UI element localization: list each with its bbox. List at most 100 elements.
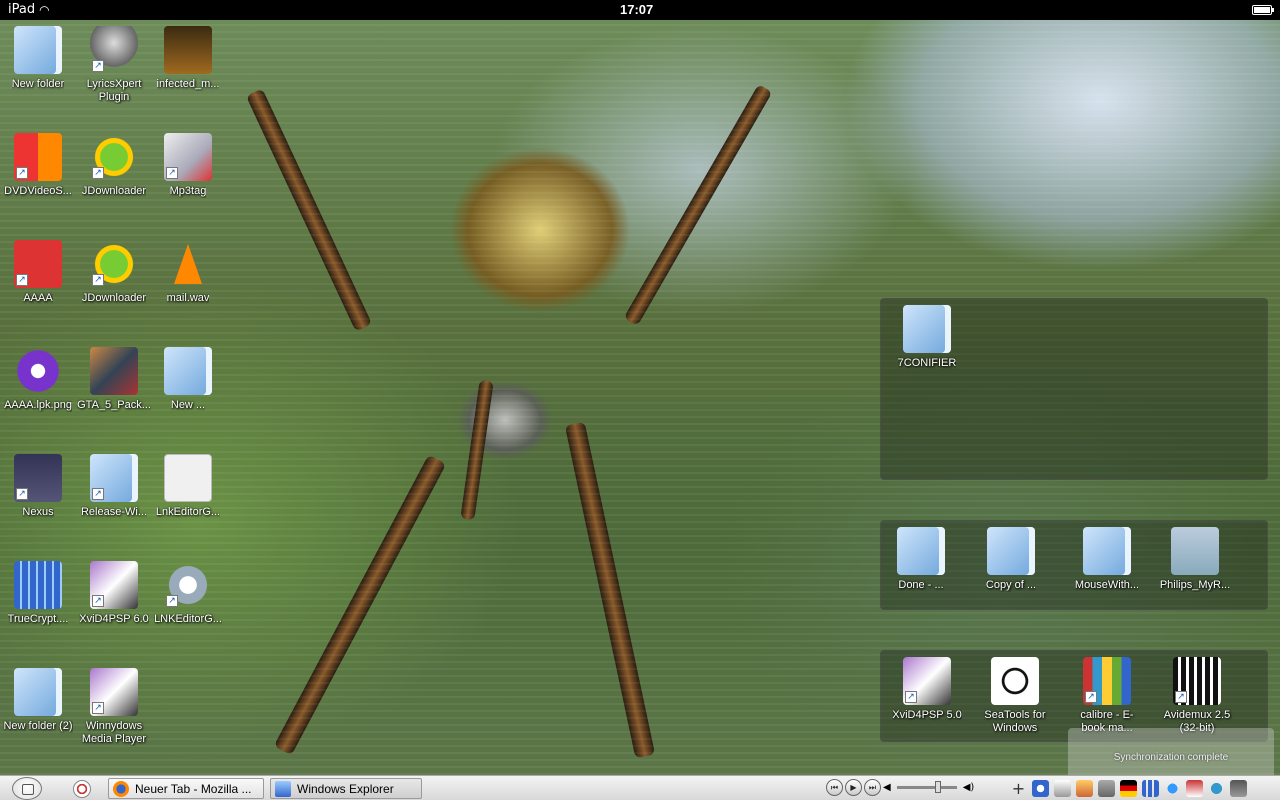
truecrypt-icon xyxy=(14,561,62,609)
icon-label: mail.wav xyxy=(166,292,210,304)
fence-icon-done[interactable]: Done - ... xyxy=(883,527,959,592)
desktop-icon-aaaa[interactable]: ↗ AAAA xyxy=(0,240,76,305)
purple-app-icon xyxy=(14,347,62,395)
tray-app-icon[interactable] xyxy=(1230,780,1247,797)
taskbar-button-firefox[interactable]: Neuer Tab - Mozilla ... xyxy=(108,778,264,799)
german-flag-icon[interactable] xyxy=(1120,780,1137,797)
desktop-icon-gta5[interactable]: GTA_5_Pack... xyxy=(76,347,152,412)
xvid4psp-icon: ↗ xyxy=(903,657,951,705)
folder-icon xyxy=(14,26,62,74)
mp3tag-icon: ↗ xyxy=(164,133,212,181)
icon-label: SeaTools for Windows xyxy=(984,709,1046,734)
desktop-icon-release[interactable]: ↗ Release-Wi... xyxy=(76,454,152,519)
fence-icon-copy-of[interactable]: Copy of ... xyxy=(973,527,1049,592)
icon-label: JDownloader xyxy=(81,185,147,197)
desktop-icon-lnkeditorgui[interactable]: ↗ LNKEditorG... xyxy=(150,561,226,626)
desktop-icon-mail-wav[interactable]: mail.wav xyxy=(150,240,226,305)
fence-icon-avidemux[interactable]: ↗ Avidemux 2.5 (32-bit) xyxy=(1159,657,1235,735)
previous-track-button[interactable]: ⏮ xyxy=(826,779,843,796)
desktop-icon-lnkeditorg[interactable]: LnkEditorG... xyxy=(150,454,226,519)
icon-label: MouseWith... xyxy=(1074,579,1140,591)
tray-app-icon[interactable] xyxy=(1076,780,1093,797)
volume-low-icon: ◀ xyxy=(883,782,891,793)
tray-app-icon[interactable] xyxy=(1054,780,1071,797)
desktop-icon-dvdvideosoft[interactable]: ↗ DVDVideoS... xyxy=(0,133,76,198)
wifi-icon: ◠ xyxy=(39,2,50,17)
volume-slider-handle[interactable] xyxy=(934,781,941,793)
folder-icon xyxy=(987,527,1035,575)
icon-label: LnkEditorG... xyxy=(155,506,221,518)
desktop-wallpaper: New folder ↗ LyricsXpert Plugin infected… xyxy=(0,20,1280,775)
wallpaper-detail xyxy=(460,379,494,521)
taskbar-button-explorer[interactable]: Windows Explorer xyxy=(270,778,422,799)
desktop-icon-jdownloader-2[interactable]: ↗ JDownloader xyxy=(76,240,152,305)
dropbox-icon[interactable] xyxy=(1164,780,1181,797)
icon-label: GTA_5_Pack... xyxy=(77,399,151,411)
desktop-icon-truecrypt[interactable]: TrueCrypt.... xyxy=(0,561,76,626)
desktop-icon-jdownloader-1[interactable]: ↗ JDownloader xyxy=(76,133,152,198)
fence-icon-philips[interactable]: Philips_MyR... xyxy=(1157,527,1233,592)
media-controls: ⏮ ▶ ⏭ ◀ ◀) xyxy=(826,779,974,796)
fence-icon-calibre[interactable]: ↗ calibre - E-book ma... xyxy=(1069,657,1145,735)
seatools-icon xyxy=(991,657,1039,705)
folder-icon xyxy=(164,347,212,395)
wallpaper-detail xyxy=(623,84,773,326)
icon-label: Mp3tag xyxy=(169,185,207,197)
ipad-status-bar: iPad ◠ 17:07 xyxy=(0,0,1280,20)
desktop-icon-mp3tag[interactable]: ↗ Mp3tag xyxy=(150,133,226,198)
fence-icon-7conifier[interactable]: 7CONIFIER xyxy=(889,305,965,370)
play-button[interactable]: ▶ xyxy=(845,779,862,796)
add-icon[interactable]: + xyxy=(1010,780,1027,797)
fence-middle[interactable]: Done - ... Copy of ... MouseWith... Phil… xyxy=(880,520,1268,610)
taskbar-button-label: Neuer Tab - Mozilla ... xyxy=(135,781,252,796)
folder-icon xyxy=(903,305,951,353)
desktop-icon-new[interactable]: New ... xyxy=(150,347,226,412)
icon-label: TrueCrypt.... xyxy=(7,613,69,625)
desktop-icon-new-folder[interactable]: New folder xyxy=(0,26,76,91)
desktop-icon-infected[interactable]: infected_m... xyxy=(150,26,226,91)
quicklaunch-icon[interactable] xyxy=(73,780,91,798)
battery-icon xyxy=(1252,5,1274,15)
fence-icon-mousewith[interactable]: MouseWith... xyxy=(1069,527,1145,592)
xvid4psp-icon: ↗ xyxy=(90,561,138,609)
tray-app-icon[interactable] xyxy=(1032,780,1049,797)
device-indicator: iPad ◠ xyxy=(8,2,50,17)
icon-label: Philips_MyR... xyxy=(1159,579,1231,591)
fence-icon-seatools[interactable]: SeaTools for Windows xyxy=(977,657,1053,735)
vlc-cone-icon xyxy=(164,240,212,288)
folder-icon xyxy=(897,527,945,575)
dvdvideosoft-icon: ↗ xyxy=(14,133,62,181)
volume-high-icon: ◀) xyxy=(962,782,975,793)
desktop-icon-nexus[interactable]: ↗ Nexus xyxy=(0,454,76,519)
wallpaper-detail xyxy=(273,454,447,756)
start-button[interactable] xyxy=(12,777,42,800)
icon-label: JDownloader xyxy=(81,292,147,304)
tray-app-icon[interactable] xyxy=(1098,780,1115,797)
desktop-icon-xvid4psp-6[interactable]: ↗ XviD4PSP 6.0 xyxy=(76,561,152,626)
wallpaper-detail xyxy=(564,421,656,759)
icon-label: New folder (2) xyxy=(3,720,73,732)
nexus-icon: ↗ xyxy=(14,454,62,502)
firefox-icon xyxy=(113,780,129,797)
tray-app-icon[interactable] xyxy=(1186,780,1203,797)
icon-label: AAAA.lpk.png xyxy=(4,399,72,411)
sync-notification[interactable]: Synchronization complete xyxy=(1068,728,1274,775)
fence-icon-xvid4psp-5[interactable]: ↗ XviD4PSP 5.0 xyxy=(889,657,965,722)
desktop-icon-lyricsxpert[interactable]: ↗ LyricsXpert Plugin xyxy=(76,26,152,104)
network-icon[interactable] xyxy=(1208,780,1225,797)
icon-label: Release-Wi... xyxy=(80,506,148,518)
download-icon: ↗ xyxy=(14,240,62,288)
next-track-button[interactable]: ⏭ xyxy=(864,779,881,796)
signal-bars-icon[interactable] xyxy=(1142,780,1159,797)
desktop-icon-winnydows[interactable]: ↗ Winnydows Media Player xyxy=(76,668,152,746)
explorer-icon xyxy=(275,780,291,797)
volume-slider[interactable] xyxy=(896,781,957,793)
gta-thumbnail-icon xyxy=(90,347,138,395)
icon-label: New ... xyxy=(170,399,206,411)
desktop-icon-aaaa-lpk[interactable]: AAAA.lpk.png xyxy=(0,347,76,412)
desktop-icon-new-folder-2[interactable]: New folder (2) xyxy=(0,668,76,733)
film-strip-icon: ↗ xyxy=(1173,657,1221,705)
icon-label: Copy of ... xyxy=(985,579,1037,591)
fence-top[interactable]: 7CONIFIER xyxy=(880,298,1268,480)
folder-icon: ↗ xyxy=(90,454,138,502)
